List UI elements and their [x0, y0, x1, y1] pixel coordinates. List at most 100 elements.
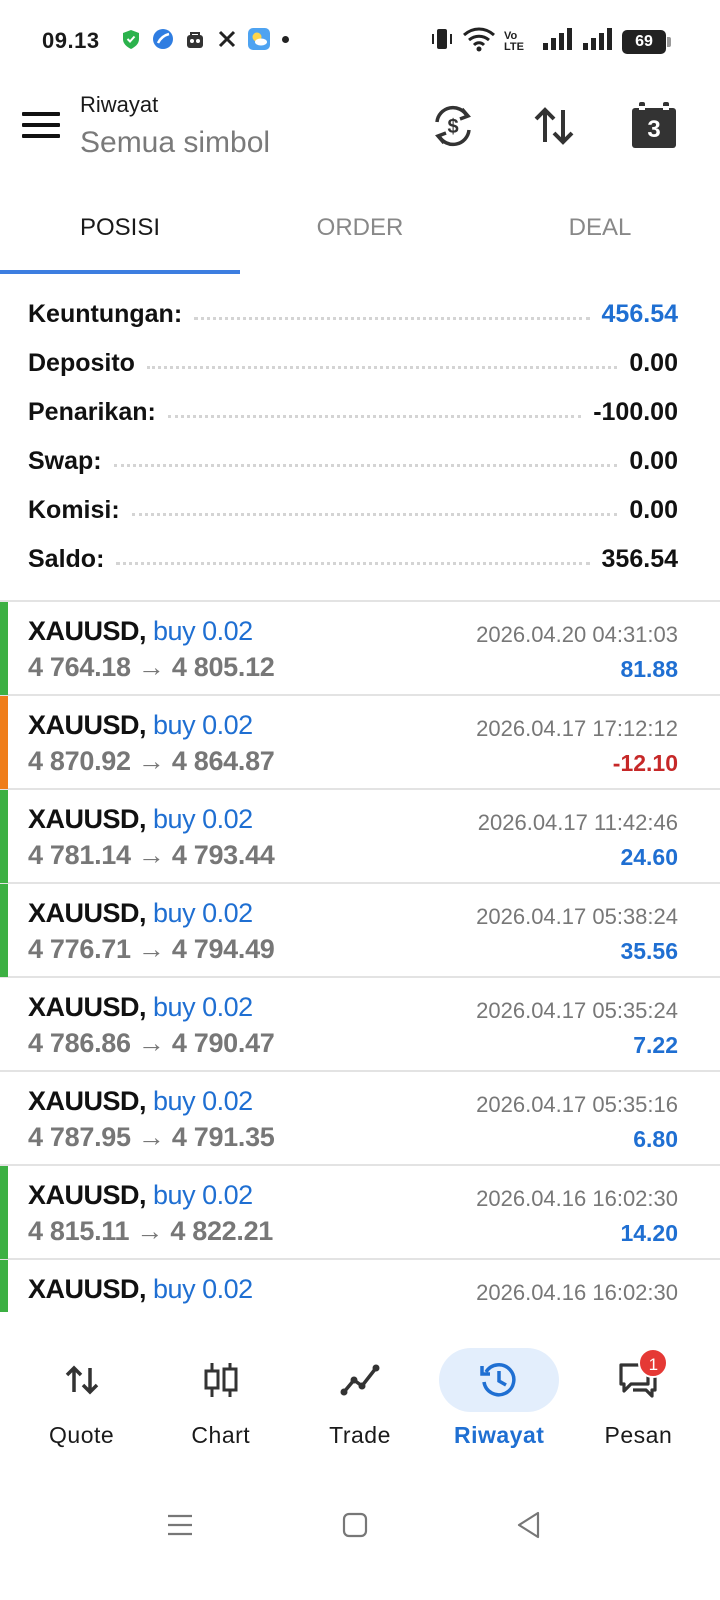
position-symbol: XAUUSD,	[28, 616, 147, 646]
symbol-filter[interactable]: Semua simbol	[80, 126, 270, 160]
position-prices: 4 870.92 → 4 864.87	[28, 746, 275, 777]
position-row[interactable]: XAUUSD, buy 0.02 4 781.14 → 4 793.44 2026.…	[0, 790, 720, 884]
tab-deal[interactable]: DEAL	[480, 184, 720, 274]
position-prices: 4 764.18 → 4 805.12	[28, 652, 275, 683]
open-price: 4 870.92	[28, 746, 131, 776]
nav-riwayat[interactable]: Riwayat	[430, 1330, 569, 1470]
menu-button[interactable]	[22, 112, 60, 142]
position-symbol-line: XAUUSD, buy 0.02	[28, 616, 253, 647]
position-row[interactable]: XAUUSD, buy 0.02 4 786.86 → 4 790.47 2026.…	[0, 978, 720, 1072]
summary-value: 456.54	[601, 300, 678, 328]
position-time: 2026.04.17 05:35:16	[476, 1092, 678, 1117]
battery-icon: 69	[622, 29, 671, 54]
candlestick-icon	[201, 1360, 241, 1400]
status-bar: 09.13 Vo LTE 69	[0, 0, 720, 84]
menu-line	[22, 134, 60, 138]
position-type: buy 0.02	[153, 616, 253, 646]
dotted-leader	[113, 464, 618, 467]
close-price: 4 864.87	[171, 746, 275, 776]
summary-value: 0.00	[629, 349, 678, 377]
open-price: 4 781.14	[28, 840, 131, 870]
vibrate-icon	[430, 26, 454, 57]
position-time: 2026.04.16 16:02:30	[476, 1280, 678, 1305]
position-symbol-line: XAUUSD, buy 0.02	[28, 710, 253, 741]
summary-label: Swap:	[28, 447, 102, 475]
position-type: buy 0.02	[153, 1274, 253, 1304]
nav-pesan[interactable]: 1 Pesan	[569, 1330, 708, 1470]
open-price: 4 787.95	[28, 1122, 131, 1152]
nav-label: Pesan	[604, 1422, 673, 1448]
menu-line	[22, 123, 60, 127]
nav-quote[interactable]: Quote	[12, 1330, 151, 1470]
summary-value: 0.00	[629, 496, 678, 524]
close-price: 4 794.49	[171, 934, 275, 964]
nav-label: Trade	[329, 1422, 391, 1448]
position-type: buy 0.02	[153, 898, 253, 928]
recent-apps-icon[interactable]	[163, 1508, 197, 1542]
position-status-bar	[0, 884, 8, 977]
position-type: buy 0.02	[153, 1180, 253, 1210]
position-time: 2026.04.17 17:12:12	[476, 716, 678, 741]
position-symbol: XAUUSD,	[28, 1086, 147, 1116]
position-profit: 81.88	[620, 656, 678, 682]
open-price: 4 786.86	[28, 1028, 131, 1058]
shield-app-icon	[120, 28, 142, 50]
summary-row-commission: Komisi: 0.00	[28, 486, 678, 535]
position-time: 2026.04.17 05:35:24	[476, 998, 678, 1023]
position-time: 2026.04.17 11:42:46	[477, 810, 678, 835]
summary-row-balance: Saldo: 356.54	[28, 535, 678, 584]
summary-section: Keuntungan: 456.54 Deposito 0.00 Penarik…	[28, 290, 678, 584]
position-row[interactable]: XAUUSD, buy 0.02 2026.04.16 16:02:30	[0, 1260, 720, 1312]
position-row[interactable]: XAUUSD, buy 0.02 4 776.71 → 4 794.49 2026.…	[0, 884, 720, 978]
calendar-day-number: 3	[647, 116, 661, 143]
tab-order[interactable]: ORDER	[240, 184, 480, 274]
close-price: 4 822.21	[170, 1216, 274, 1246]
system-navigation-bar	[0, 1490, 720, 1560]
wifi-icon	[462, 26, 496, 57]
summary-row-deposit: Deposito 0.00	[28, 339, 678, 388]
summary-value: 0.00	[629, 447, 678, 475]
sort-icon[interactable]	[530, 102, 578, 150]
summary-value: 356.54	[601, 545, 678, 573]
position-symbol: XAUUSD,	[28, 1274, 147, 1304]
position-row[interactable]: XAUUSD, buy 0.02 4 787.95 → 4 791.35 2026.…	[0, 1072, 720, 1166]
calendar-icon[interactable]: 3	[630, 102, 678, 150]
position-symbol-line: XAUUSD, buy 0.02	[28, 1274, 253, 1305]
position-type: buy 0.02	[153, 710, 253, 740]
position-status-bar	[0, 696, 8, 789]
back-icon[interactable]	[512, 1508, 546, 1542]
bag-app-icon	[184, 28, 206, 50]
position-symbol: XAUUSD,	[28, 804, 147, 834]
position-type: buy 0.02	[153, 1086, 253, 1116]
position-profit: 14.20	[620, 1220, 678, 1246]
position-row[interactable]: XAUUSD, buy 0.02 4 764.18 → 4 805.12 2026.…	[0, 602, 720, 696]
nav-trade[interactable]: Trade	[290, 1330, 429, 1470]
position-row[interactable]: XAUUSD, buy 0.02 4 815.11 → 4 822.21 2026.…	[0, 1166, 720, 1260]
home-icon[interactable]	[338, 1508, 372, 1542]
dotted-leader	[131, 513, 618, 516]
page-title: Riwayat	[80, 92, 159, 117]
position-prices: 4 786.86 → 4 790.47	[28, 1028, 275, 1059]
position-time: 2026.04.20 04:31:03	[476, 622, 678, 647]
summary-label: Deposito	[28, 349, 135, 377]
positions-list[interactable]: XAUUSD, buy 0.02 4 764.18 → 4 805.12 2026.…	[0, 600, 720, 1312]
quote-arrows-icon	[62, 1360, 102, 1400]
arrow-right-icon: →	[130, 934, 172, 964]
position-status-bar	[0, 602, 8, 695]
weather-app-icon	[248, 28, 270, 50]
status-time: 09.13	[42, 28, 100, 53]
bottom-navigation: Quote Chart Trade Riwayat 1 Pesan	[0, 1330, 720, 1470]
position-row[interactable]: XAUUSD, buy 0.02 4 870.92 → 4 864.87 2026.…	[0, 696, 720, 790]
summary-label: Saldo:	[28, 545, 105, 573]
summary-label: Penarikan:	[28, 398, 156, 426]
nav-chart[interactable]: Chart	[151, 1330, 290, 1470]
currency-exchange-icon[interactable]: $	[429, 102, 477, 150]
tab-posisi[interactable]: POSISI	[0, 184, 240, 274]
position-prices: 4 776.71 → 4 794.49	[28, 934, 275, 965]
position-prices: 4 787.95 → 4 791.35	[28, 1122, 275, 1153]
position-symbol: XAUUSD,	[28, 1180, 147, 1210]
position-symbol-line: XAUUSD, buy 0.02	[28, 992, 253, 1023]
history-clock-icon	[479, 1360, 519, 1400]
more-notifications-dot-icon	[282, 35, 289, 43]
position-profit: 35.56	[620, 938, 678, 964]
